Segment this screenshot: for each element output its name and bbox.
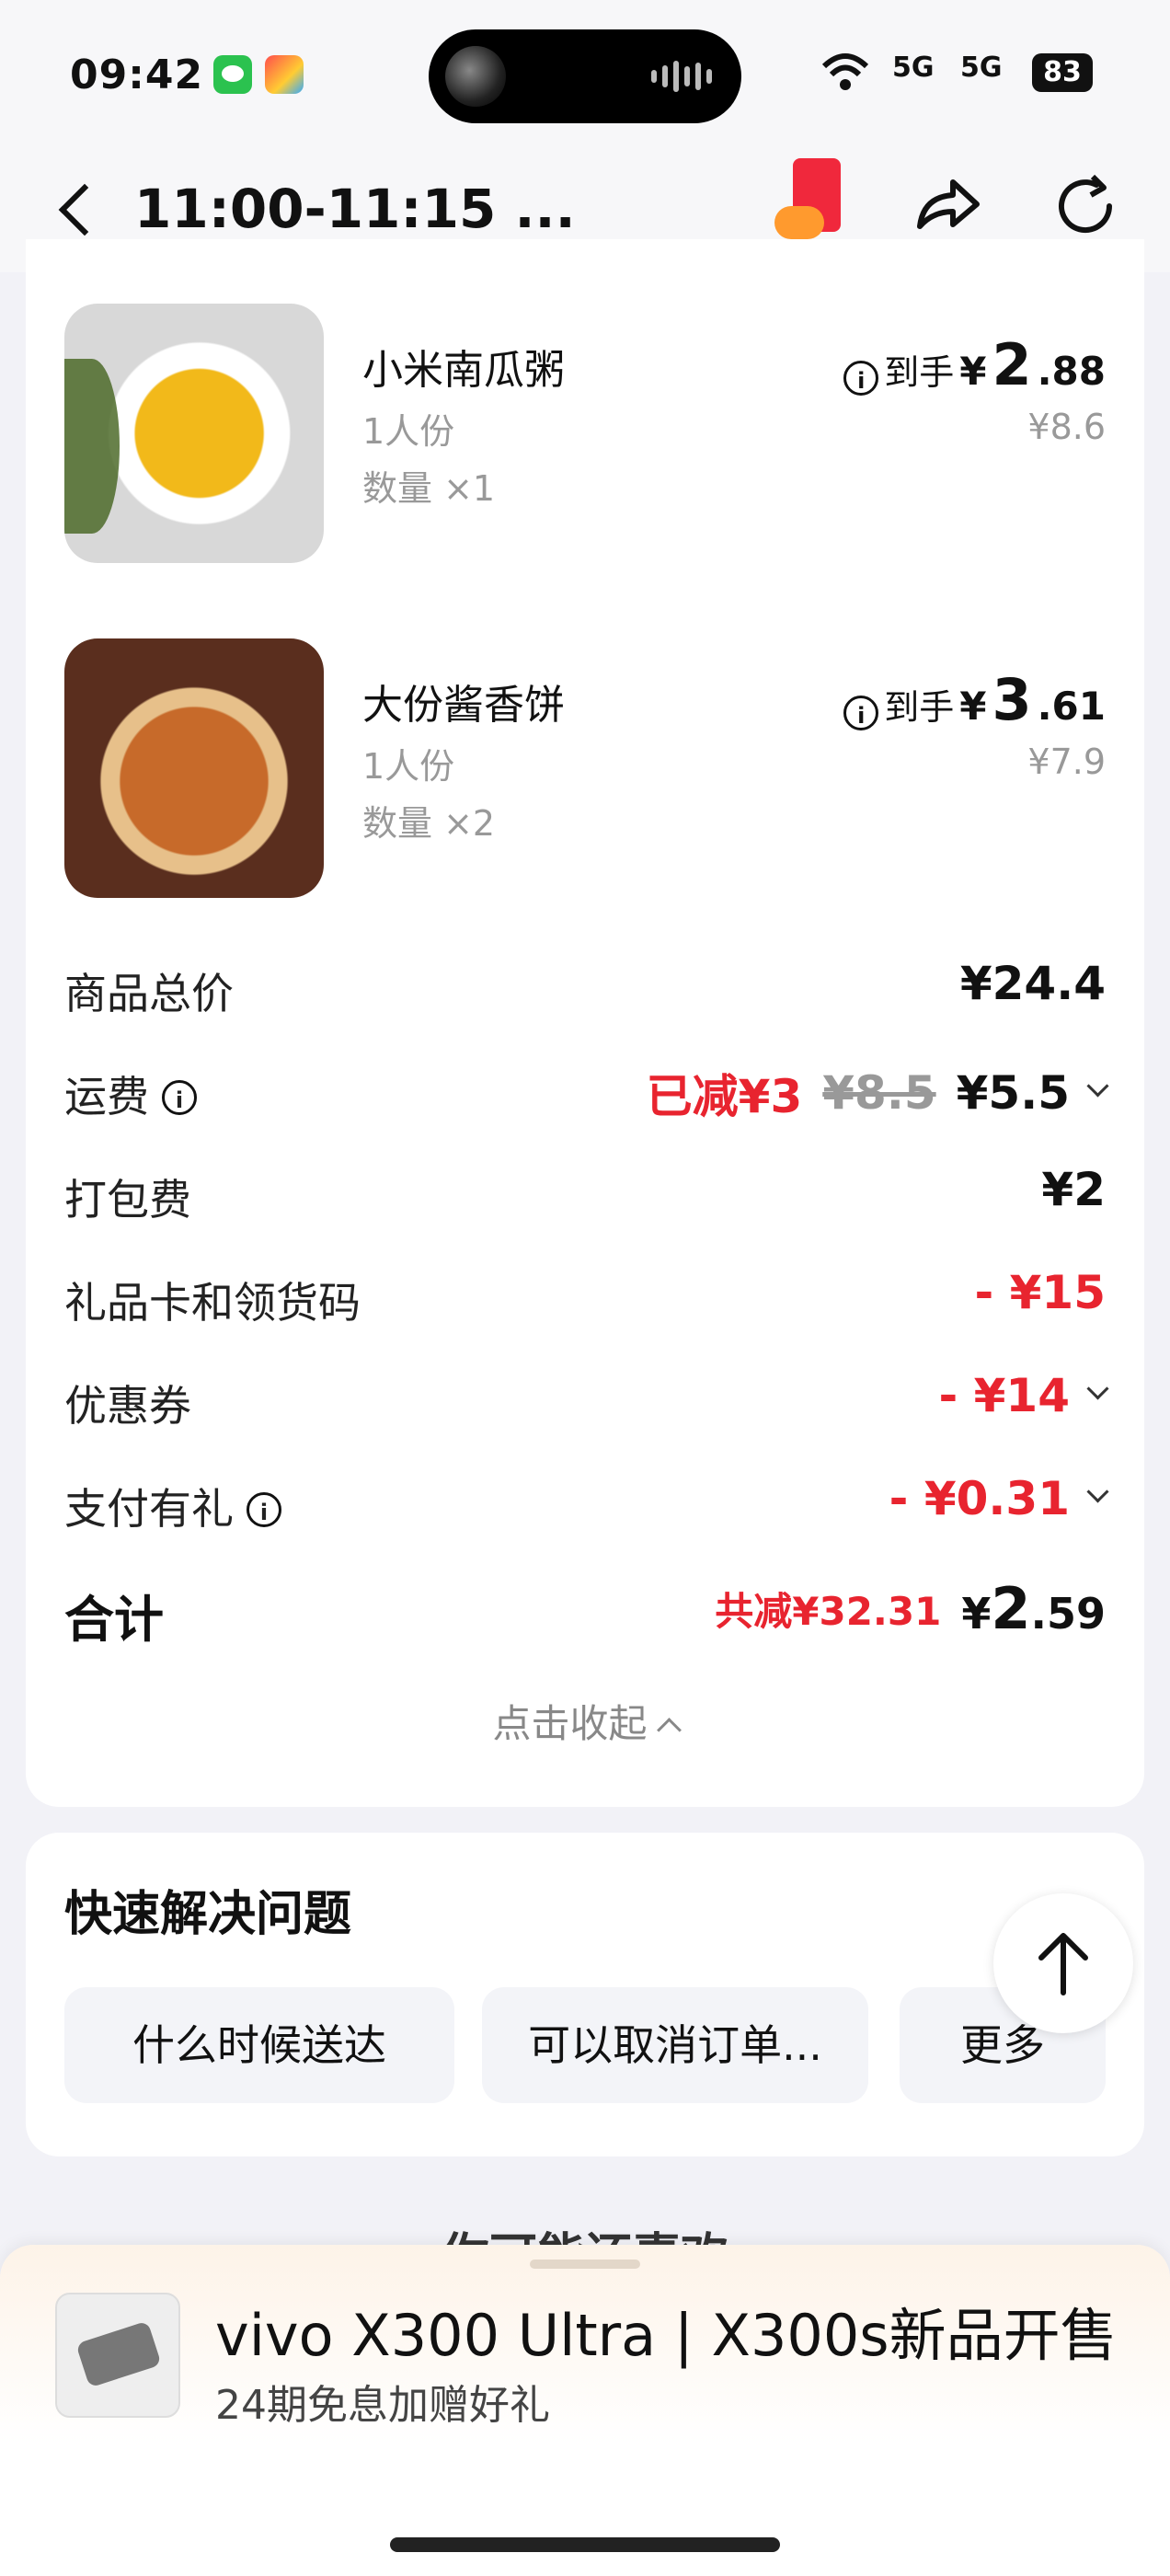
currency-symbol: ¥: [959, 349, 987, 394]
packing-fee-row: 打包费 ¥2: [64, 1159, 1106, 1225]
payment-gift-amount: - ¥0.31: [889, 1472, 1070, 1525]
gift-card-label: 礼品卡和领货码: [64, 1278, 361, 1328]
delivery-discount: 已减¥3: [646, 1070, 803, 1123]
total-value: 共减¥32.31 ¥2.59: [715, 1575, 1106, 1642]
item-quantity: 数量 ×1: [362, 468, 496, 509]
status-time: 09:42: [70, 52, 204, 98]
collapse-toggle[interactable]: 点击收起: [26, 1693, 1144, 1749]
network-type-label: 5G: [892, 52, 935, 84]
refresh-button[interactable]: [1049, 169, 1124, 245]
item-name: 大份酱香饼: [362, 682, 565, 729]
subtotal-row: 商品总价 ¥24.4: [64, 953, 1106, 1019]
info-icon[interactable]: i: [162, 1080, 197, 1115]
delivery-price: ¥5.5: [956, 1066, 1070, 1120]
price-integer: 3: [992, 666, 1032, 733]
collapse-label: 点击收起: [492, 1701, 648, 1746]
ad-banner[interactable]: vivo X300 Ultra | X300s新品开售 24期免息加赠好礼: [0, 2245, 1170, 2576]
audio-wave-icon: [651, 61, 712, 92]
back-button[interactable]: [48, 173, 103, 247]
order-item[interactable]: 小米南瓜粥 1人份 数量 ×1 i 到手 ¥2.88 ¥8.6: [64, 304, 1106, 565]
quick-help-title: 快速解决问题: [64, 1887, 352, 1942]
item-final-price: i 到手 ¥3.61: [843, 666, 1106, 733]
price-integer: 2: [992, 331, 1032, 398]
chevron-down-icon: [1086, 1376, 1109, 1400]
item-name: 小米南瓜粥: [362, 347, 565, 394]
info-icon[interactable]: i: [843, 361, 879, 396]
back-to-top-button[interactable]: [993, 1893, 1133, 2033]
media-artwork-icon: [445, 46, 506, 107]
total-decimal: .59: [1030, 1589, 1107, 1639]
network-type-label-2: 5G: [960, 52, 1003, 84]
packing-fee-label: 打包费: [64, 1175, 191, 1225]
home-indicator[interactable]: [390, 2537, 780, 2552]
total-saving: 共减¥32.31: [715, 1589, 942, 1634]
info-icon[interactable]: i: [843, 696, 879, 730]
packing-fee-value: ¥2: [1041, 1163, 1106, 1216]
info-icon[interactable]: i: [247, 1492, 281, 1527]
item-spec: 1人份: [362, 746, 455, 787]
battery-icon: 83: [1032, 53, 1093, 92]
cellular-signal-icon: 5G: [892, 52, 935, 84]
subtotal-value: ¥24.4: [959, 957, 1106, 1010]
ad-title: vivo X300 Ultra | X300s新品开售: [215, 2302, 1118, 2369]
wechat-notification-icon: [213, 55, 252, 94]
price-label: 到手: [884, 352, 955, 393]
status-bar: 09:42 5G 5G 83: [0, 0, 1170, 147]
cellular-signal-icon-2: 5G: [960, 52, 1003, 84]
coupon-value: - ¥14: [938, 1369, 1109, 1422]
subtotal-label: 商品总价: [64, 969, 234, 1018]
arrow-up-icon: [1038, 1933, 1088, 1995]
gift-card-row: 礼品卡和领货码 - ¥15: [64, 1262, 1106, 1328]
battery-level: 83: [1043, 56, 1082, 88]
total-label: 合计: [64, 1591, 164, 1649]
ad-product-image: [55, 2293, 180, 2418]
help-chip-cancel-order[interactable]: 可以取消订单...: [482, 1987, 868, 2103]
quick-help-card: 快速解决问题 什么时候送达 可以取消订单... 更多: [26, 1833, 1144, 2156]
price-label: 到手: [884, 687, 955, 728]
item-final-price: i 到手 ¥2.88: [843, 331, 1106, 398]
coupon-amount: - ¥14: [938, 1369, 1070, 1422]
help-chip-delivery-time[interactable]: 什么时候送达: [64, 1987, 454, 2103]
payment-gift-value: - ¥0.31: [889, 1472, 1109, 1525]
total-integer: 2: [991, 1575, 1031, 1642]
item-spec: 1人份: [362, 411, 455, 452]
total-row: 合计 共减¥32.31 ¥2.59: [64, 1571, 1106, 1649]
order-detail-card: 小米南瓜粥 1人份 数量 ×1 i 到手 ¥2.88 ¥8.6 大份酱香饼 1人…: [26, 239, 1144, 1807]
drag-handle[interactable]: [530, 2260, 640, 2269]
coupon-row[interactable]: 优惠券 - ¥14: [64, 1365, 1109, 1432]
share-button[interactable]: [911, 169, 986, 245]
currency-symbol: ¥: [961, 1589, 992, 1639]
ad-subtitle: 24期免息加赠好礼: [215, 2382, 550, 2429]
coupon-label: 优惠券: [64, 1381, 191, 1431]
payment-gift-row[interactable]: 支付有礼 i - ¥0.31: [64, 1468, 1109, 1536]
delivery-fee-row[interactable]: 运费 i 已减¥3 ¥8.5 ¥5.5: [64, 1056, 1109, 1124]
item-image: [64, 638, 324, 898]
currency-symbol: ¥: [959, 684, 987, 729]
total-amount: ¥2.59: [961, 1575, 1106, 1642]
price-decimal: .88: [1037, 349, 1106, 394]
app-notification-icon: [265, 55, 304, 94]
payment-gift-text: 支付有礼: [64, 1484, 234, 1534]
delivery-fee-label: 运费 i: [64, 1064, 197, 1124]
chevron-down-icon: [1086, 1074, 1109, 1098]
price-decimal: .61: [1037, 684, 1106, 729]
item-original-price: ¥8.6: [1027, 407, 1106, 447]
delivery-label-text: 运费: [64, 1072, 149, 1121]
item-image: [64, 304, 324, 563]
page-title: 11:00-11:15 ...: [134, 178, 576, 240]
item-original-price: ¥7.9: [1027, 742, 1106, 782]
chevron-up-icon: [656, 1718, 682, 1742]
gift-card-value: - ¥15: [974, 1266, 1106, 1319]
delivery-fee-value: 已减¥3 ¥8.5 ¥5.5: [646, 1060, 1109, 1126]
payment-gift-label: 支付有礼 i: [64, 1476, 281, 1536]
red-packet-icon[interactable]: [774, 158, 844, 243]
order-item[interactable]: 大份酱香饼 1人份 数量 ×2 i 到手 ¥3.61 ¥7.9: [64, 638, 1106, 900]
wifi-icon: [820, 52, 870, 101]
share-icon: [917, 179, 980, 229]
dynamic-island[interactable]: [429, 29, 741, 123]
chevron-down-icon: [1086, 1479, 1109, 1503]
item-quantity: 数量 ×2: [362, 803, 496, 844]
delivery-original-price: ¥8.5: [822, 1066, 936, 1120]
refresh-icon: [1059, 174, 1112, 234]
